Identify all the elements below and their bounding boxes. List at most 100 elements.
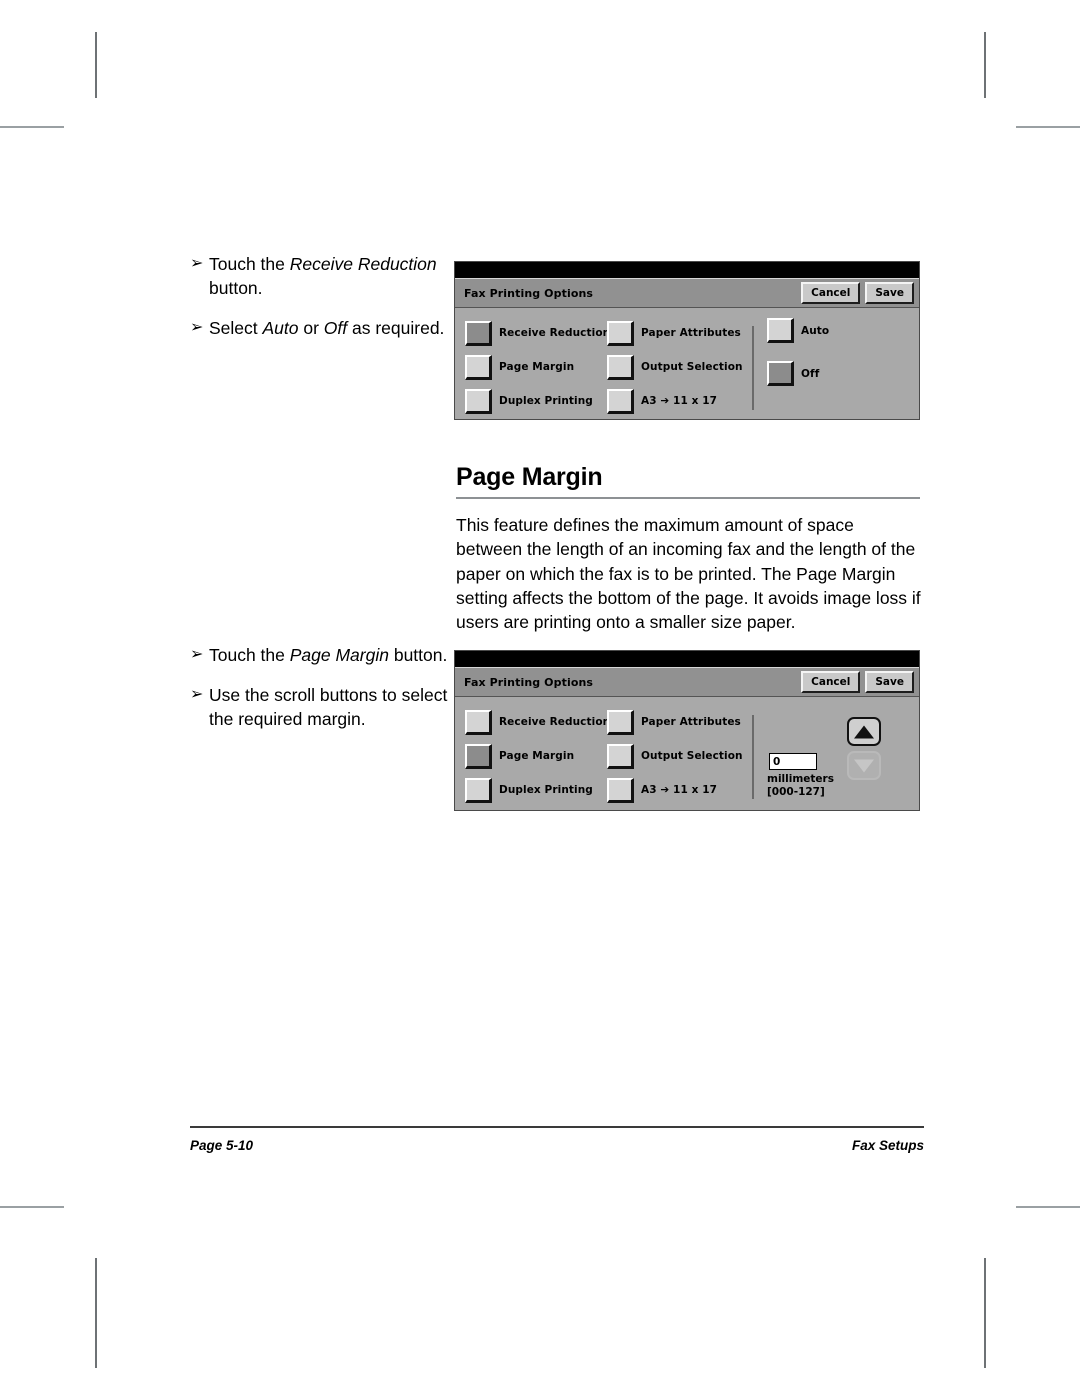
list-item-text-mid: or [298,318,324,338]
cancel-button[interactable]: Cancel [801,671,861,693]
option-row-page-margin[interactable]: Page Margin [465,350,615,384]
option-row-receive-reduction[interactable]: Receive Reduction [465,316,615,350]
option-row-receive-reduction[interactable]: Receive Reduction [465,705,615,739]
section-heading-block: Page Margin [456,462,920,499]
panel-title-bar-buttons: Cancel Save [801,671,914,693]
option-row-duplex-printing[interactable]: Duplex Printing [465,773,615,807]
option-row-output-selection[interactable]: Output Selection [607,739,747,773]
toggle-button-page-margin[interactable] [465,743,492,769]
save-button[interactable]: Save [865,282,914,304]
option-label: Receive Reduction [499,327,611,339]
scroll-up-button[interactable] [847,717,881,746]
option-label: Duplex Printing [499,395,593,407]
option-label: A3 ➔ 11 x 17 [641,784,718,796]
fax-printing-options-panel-receive-reduction: Fax Printing Options Cancel Save Receive… [454,261,920,420]
option-label: Auto [801,324,830,337]
option-row-paper-attributes[interactable]: Paper Attributes [607,316,747,350]
option-row-page-margin[interactable]: Page Margin [465,739,615,773]
margin-range-label: [000-127] [767,786,825,798]
list-item-text: Touch the Receive Reduction button. [209,252,448,300]
option-column-left: Receive Reduction Page Margin Duplex Pri… [465,316,615,418]
toggle-button-auto[interactable] [767,318,794,343]
save-button[interactable]: Save [865,671,914,693]
toggle-button-paper-size-mapping[interactable] [607,388,634,414]
option-label: Paper Attributes [641,716,741,728]
toggle-button-paper-size-mapping[interactable] [607,777,634,803]
list-item: ➢ Touch the Page Margin button. [190,643,448,667]
option-row-paper-size-mapping[interactable]: A3 ➔ 11 x 17 [607,384,747,418]
instruction-list-bottom: ➢ Touch the Page Margin button. ➢ Use th… [190,643,448,747]
option-label: Paper Attributes [641,327,741,339]
list-item-text-emphasis: Receive Reduction [289,254,437,274]
crop-mark-top-left-vertical [95,32,97,98]
toggle-button-paper-attributes[interactable] [607,709,634,735]
heading-rule [456,497,920,499]
panel-title-bar: Fax Printing Options Cancel Save [455,278,919,308]
toggle-button-output-selection[interactable] [607,354,634,380]
option-label: Output Selection [641,750,743,762]
cancel-button[interactable]: Cancel [801,282,861,304]
section-body-paragraph: This feature defines the maximum amount … [456,515,921,633]
toggle-button-paper-attributes[interactable] [607,320,634,346]
toggle-button-receive-reduction[interactable] [465,709,492,735]
panel-body: Receive Reduction Page Margin Duplex Pri… [455,308,919,418]
option-column-middle: Paper Attributes Output Selection A3 ➔ 1… [607,705,747,807]
margin-unit-label: millimeters [767,773,834,785]
panel-vertical-divider [752,326,754,410]
toggle-button-off[interactable] [767,361,794,386]
toggle-button-duplex-printing[interactable] [465,777,492,803]
panel-top-strip [455,262,919,278]
crop-mark-top-right-vertical [984,32,986,98]
toggle-button-output-selection[interactable] [607,743,634,769]
panel-title: Fax Printing Options [464,286,594,300]
list-item: ➢ Select Auto or Off as required. [190,316,448,340]
list-item-text: Touch the Page Margin button. [209,643,448,667]
panel-body: Receive Reduction Page Margin Duplex Pri… [455,697,919,809]
footer-section-name: Fax Setups [851,1138,924,1153]
margin-value-field[interactable]: 0 [769,753,817,770]
option-row-output-selection[interactable]: Output Selection [607,350,747,384]
list-item-text-emphasis: Page Margin [289,645,389,665]
chevron-up-icon [854,725,874,738]
list-item-text-post: button. [209,278,263,298]
option-row-duplex-printing[interactable]: Duplex Printing [465,384,615,418]
crop-mark-top-right-horizontal [1016,126,1080,128]
option-label: Page Margin [499,750,575,762]
crop-mark-top-left-horizontal [0,126,64,128]
list-item-text-pre: Touch the [209,645,290,665]
option-label: Output Selection [641,361,743,373]
list-item-text: Use the scroll buttons to select the req… [209,685,448,729]
selection-column-right: Auto Off [767,318,829,404]
option-label: Off [801,367,820,380]
list-item-text-post: button. [388,645,448,665]
panel-title: Fax Printing Options [464,675,594,689]
panel-title-bar-buttons: Cancel Save [801,282,914,304]
option-row-paper-attributes[interactable]: Paper Attributes [607,705,747,739]
toggle-button-page-margin[interactable] [465,354,492,380]
toggle-button-receive-reduction[interactable] [465,320,492,346]
list-item-text-pre: Select [209,318,263,338]
scroll-down-button[interactable] [847,751,881,780]
list-item: ➢ Use the scroll buttons to select the r… [190,683,448,731]
crop-mark-bottom-left-horizontal [0,1206,64,1208]
bullet-arrow-icon: ➢ [190,686,204,703]
list-item-text-post: as required. [347,318,445,338]
option-label: Page Margin [499,361,575,373]
panel-title-bar: Fax Printing Options Cancel Save [455,667,919,697]
option-row-off[interactable]: Off [767,361,829,386]
page-margin-stepper: 0 millimeters [000-127] [761,711,909,807]
list-item-text-emphasis-two: Off [323,318,348,338]
instruction-list-top: ➢ Touch the Receive Reduction button. ➢ … [190,252,448,356]
panel-vertical-divider [752,715,754,799]
bullet-arrow-icon: ➢ [190,646,204,663]
list-item-text-pre: Touch the [209,254,290,274]
chevron-down-icon [854,759,874,772]
bullet-arrow-icon: ➢ [190,319,204,336]
option-row-auto[interactable]: Auto [767,318,829,343]
option-label: Duplex Printing [499,784,593,796]
fax-printing-options-panel-page-margin: Fax Printing Options Cancel Save Receive… [454,650,920,811]
toggle-button-duplex-printing[interactable] [465,388,492,414]
document-page: ➢ Touch the Receive Reduction button. ➢ … [0,0,1080,1397]
option-row-paper-size-mapping[interactable]: A3 ➔ 11 x 17 [607,773,747,807]
list-item-text-emphasis: Auto [262,318,299,338]
